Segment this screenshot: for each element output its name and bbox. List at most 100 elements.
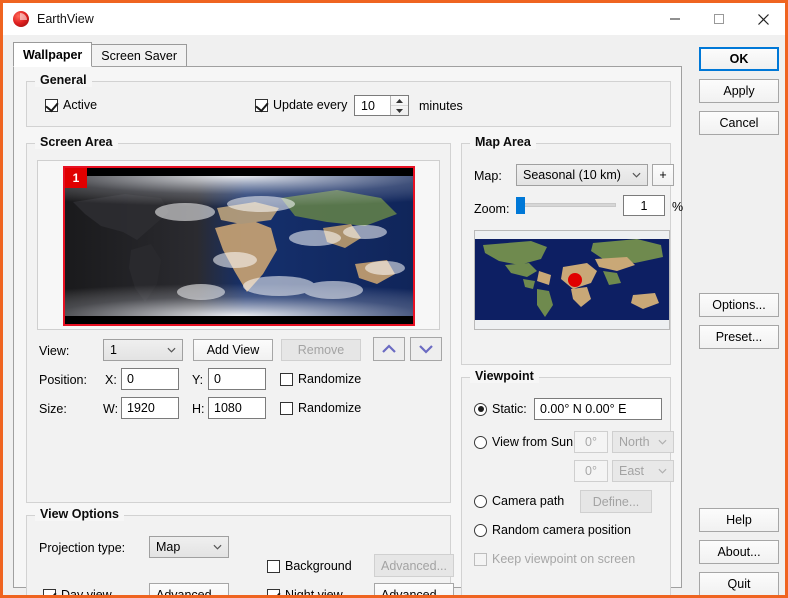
randomize-position-checkbox[interactable]: Randomize bbox=[280, 372, 361, 386]
static-radio[interactable]: Static: bbox=[474, 402, 527, 416]
camera-path-label: Camera path bbox=[492, 494, 565, 508]
dialog-button-column: OK Apply Cancel Options... Preset... Hel… bbox=[693, 35, 785, 595]
earthview-window: EarthView Wallpaper Screen Saver General bbox=[0, 0, 788, 598]
chevron-down-icon bbox=[167, 347, 176, 353]
view-options-group: View Options Projection type: Map Day vi… bbox=[26, 507, 454, 598]
keep-viewpoint-label: Keep viewpoint on screen bbox=[492, 552, 636, 566]
position-x-input[interactable]: 0 bbox=[121, 368, 179, 390]
add-view-button[interactable]: Add View bbox=[193, 339, 273, 361]
chevron-up-icon bbox=[382, 344, 396, 353]
map-preview[interactable] bbox=[474, 230, 670, 330]
background-checkbox[interactable]: Background bbox=[267, 559, 352, 573]
day-view-label: Day view bbox=[61, 588, 112, 598]
position-y-label: Y: bbox=[192, 373, 204, 387]
cancel-button[interactable]: Cancel bbox=[699, 111, 779, 135]
size-h-label: H: bbox=[192, 402, 205, 416]
day-view-checkbox[interactable]: Day view bbox=[43, 588, 112, 598]
apply-button[interactable]: Apply bbox=[699, 79, 779, 103]
night-view-advanced-button[interactable]: Advanced... bbox=[374, 583, 454, 595]
view-from-sun-radio[interactable]: View from Sun + bbox=[474, 435, 584, 449]
sun-longitude-direction-select: East bbox=[612, 460, 674, 482]
title-bar: EarthView bbox=[3, 3, 785, 35]
earthview-logo-icon bbox=[13, 11, 29, 27]
chevron-down-icon bbox=[658, 439, 667, 445]
view-label: View: bbox=[39, 344, 70, 358]
move-up-button[interactable] bbox=[373, 337, 405, 361]
sun-latitude-input: 0° bbox=[574, 431, 608, 453]
client-area: Wallpaper Screen Saver General Active Up… bbox=[3, 35, 785, 595]
map-select-value: Seasonal (10 km) bbox=[523, 168, 621, 182]
screen-area-group: Screen Area 1 View: 1 Add View Remove Po… bbox=[26, 135, 451, 503]
sun-latitude-direction-value: North bbox=[619, 435, 650, 449]
projection-type-value: Map bbox=[156, 540, 181, 554]
static-label: Static: bbox=[492, 402, 527, 416]
ok-button[interactable]: OK bbox=[699, 47, 779, 71]
background-label: Background bbox=[285, 559, 352, 573]
update-every-checkbox-box bbox=[255, 98, 269, 112]
random-camera-radio[interactable]: Random camera position bbox=[474, 523, 631, 537]
camera-path-radio[interactable]: Camera path bbox=[474, 494, 564, 508]
minimize-button[interactable] bbox=[653, 3, 697, 35]
maximize-button[interactable] bbox=[697, 3, 741, 35]
update-interval-value[interactable]: 10 bbox=[355, 96, 390, 115]
chevron-down-icon bbox=[632, 172, 641, 178]
spin-up-icon[interactable] bbox=[391, 96, 408, 106]
map-label: Map: bbox=[474, 169, 502, 183]
minutes-label: minutes bbox=[419, 99, 463, 113]
remove-view-button: Remove bbox=[281, 339, 361, 361]
zoom-input[interactable]: 1 bbox=[623, 195, 665, 216]
add-map-button[interactable]: + bbox=[652, 164, 674, 186]
static-coordinates-input[interactable]: 0.00° N 0.00° E bbox=[534, 398, 662, 420]
wallpaper-preview[interactable]: 1 bbox=[63, 166, 415, 326]
randomize-position-box bbox=[280, 372, 293, 386]
position-y-input[interactable]: 0 bbox=[208, 368, 266, 390]
night-view-label: Night view bbox=[285, 588, 343, 598]
keep-viewpoint-checkbox: Keep viewpoint on screen bbox=[474, 552, 635, 566]
view-select[interactable]: 1 bbox=[103, 339, 183, 361]
view-select-value: 1 bbox=[110, 343, 117, 357]
tab-strip: Wallpaper Screen Saver bbox=[13, 42, 188, 67]
projection-type-select[interactable]: Map bbox=[149, 536, 229, 558]
zoom-slider[interactable] bbox=[516, 196, 616, 214]
camera-path-radio-box bbox=[474, 494, 487, 508]
size-w-input[interactable]: 1920 bbox=[121, 397, 179, 419]
sun-latitude-direction-select: North bbox=[612, 431, 674, 453]
about-button[interactable]: About... bbox=[699, 540, 779, 564]
update-every-checkbox[interactable]: Update every bbox=[255, 98, 347, 112]
viewpoint-legend: Viewpoint bbox=[470, 369, 539, 383]
help-button[interactable]: Help bbox=[699, 508, 779, 532]
screen-area-legend: Screen Area bbox=[35, 135, 118, 149]
screen-area-preview-frame: 1 bbox=[37, 160, 440, 330]
tab-screen-saver[interactable]: Screen Saver bbox=[91, 44, 188, 67]
preset-button[interactable]: Preset... bbox=[699, 325, 779, 349]
static-radio-box bbox=[474, 402, 487, 416]
tab-wallpaper[interactable]: Wallpaper bbox=[13, 42, 93, 67]
randomize-size-box bbox=[280, 401, 293, 415]
size-h-input[interactable]: 1080 bbox=[208, 397, 266, 419]
view-from-sun-radio-box bbox=[474, 435, 487, 449]
zoom-slider-thumb[interactable] bbox=[516, 197, 525, 214]
chevron-down-icon bbox=[419, 345, 433, 354]
map-select[interactable]: Seasonal (10 km) bbox=[516, 164, 648, 186]
active-checkbox[interactable]: Active bbox=[45, 98, 97, 112]
general-group: General Active Update every 10 minutes bbox=[26, 73, 671, 127]
keep-viewpoint-box bbox=[474, 552, 487, 566]
update-interval-spin-buttons[interactable] bbox=[390, 96, 408, 115]
update-interval-stepper[interactable]: 10 bbox=[354, 95, 409, 116]
map-area-legend: Map Area bbox=[470, 135, 536, 149]
position-x-label: X: bbox=[105, 373, 117, 387]
view-index-badge: 1 bbox=[65, 168, 87, 188]
options-button[interactable]: Options... bbox=[699, 293, 779, 317]
chevron-down-icon bbox=[658, 468, 667, 474]
chevron-down-icon bbox=[213, 544, 222, 550]
day-view-advanced-button[interactable]: Advanced... bbox=[149, 583, 229, 595]
night-view-checkbox[interactable]: Night view bbox=[267, 588, 343, 598]
quit-button[interactable]: Quit bbox=[699, 572, 779, 595]
close-button[interactable] bbox=[741, 3, 785, 35]
move-down-button[interactable] bbox=[410, 337, 442, 361]
projection-type-label: Projection type: bbox=[39, 541, 126, 555]
randomize-position-label: Randomize bbox=[298, 372, 362, 386]
randomize-size-checkbox[interactable]: Randomize bbox=[280, 401, 361, 415]
spin-down-icon[interactable] bbox=[391, 106, 408, 115]
size-w-label: W: bbox=[103, 402, 119, 416]
